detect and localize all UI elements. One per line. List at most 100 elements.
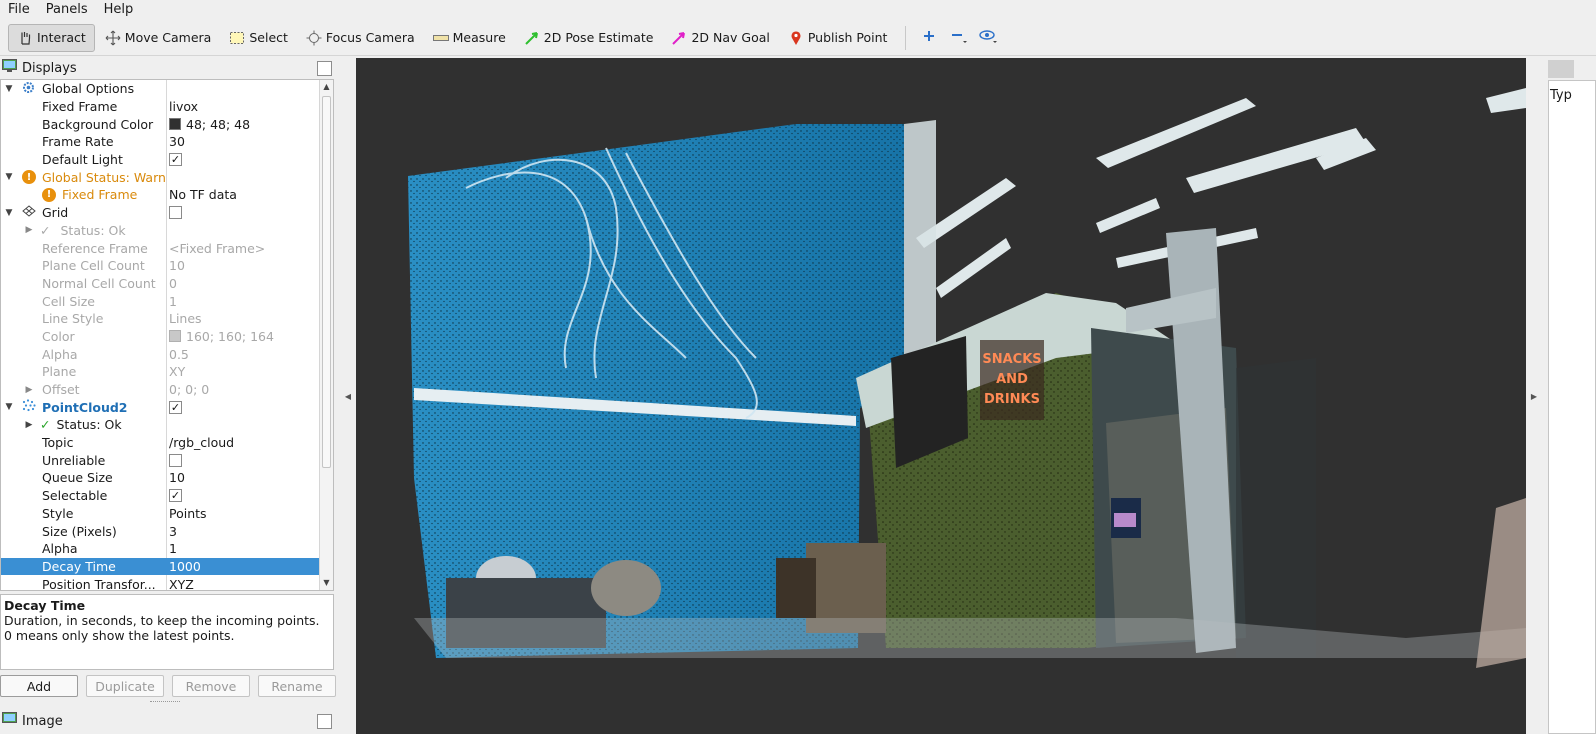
tree-row-topic[interactable]: Topic /rgb_cloud: [1, 433, 333, 452]
views-list[interactable]: [1548, 80, 1596, 734]
menu-help[interactable]: Help: [96, 2, 142, 17]
expand-down-icon[interactable]: ▼: [4, 208, 14, 218]
tree-row-global-options[interactable]: ▼ Global Options: [1, 80, 333, 98]
fixed-frame-value[interactable]: livox: [169, 99, 198, 114]
view-tool-button[interactable]: [974, 24, 1004, 52]
tool-measure[interactable]: Measure: [425, 24, 514, 52]
displays-title: Displays: [22, 60, 77, 76]
color-swatch[interactable]: [169, 118, 181, 131]
remove-button[interactable]: Remove: [172, 675, 250, 697]
tree-row-grid-status[interactable]: ▶ ✓ Status: Ok: [1, 221, 333, 240]
pc-alpha-value[interactable]: 1: [169, 541, 177, 556]
unreliable-checkbox[interactable]: [169, 453, 182, 467]
scroll-down-icon[interactable]: ▼: [320, 576, 333, 590]
ceiling-lights: [916, 88, 1526, 298]
tree-row-plane-cell-count[interactable]: Plane Cell Count 10: [1, 256, 333, 275]
queue-size-value[interactable]: 10: [169, 470, 185, 485]
expand-down-icon[interactable]: ▼: [4, 172, 14, 182]
tree-row-position-transformer[interactable]: Position Transfor... XYZ: [1, 575, 333, 591]
normal-cell-count-value[interactable]: 0: [169, 276, 177, 291]
tool-publish-point[interactable]: Publish Point: [780, 24, 896, 52]
tree-row-pc-alpha[interactable]: Alpha 1: [1, 539, 333, 558]
add-button[interactable]: Add: [0, 675, 78, 697]
expand-down-icon[interactable]: ▼: [4, 84, 14, 94]
color-swatch[interactable]: [169, 330, 181, 343]
tool-interact[interactable]: Interact: [8, 23, 95, 52]
expand-down-icon[interactable]: ▼: [4, 402, 14, 412]
tree-row-frame-rate[interactable]: Frame Rate 30: [1, 133, 333, 151]
tree-row-line-style[interactable]: Line Style Lines: [1, 309, 333, 328]
expand-right-icon[interactable]: ▶: [24, 420, 34, 430]
tree-row-background-color[interactable]: Background Color 48; 48; 48: [1, 115, 333, 134]
tree-row-plane[interactable]: Plane XY: [1, 363, 333, 381]
right-splitter[interactable]: ▶: [1526, 58, 1542, 734]
display-buttons: Add Duplicate Remove Rename: [0, 675, 336, 697]
decay-time-value[interactable]: 1000: [169, 559, 201, 574]
frame-rate-value[interactable]: 30: [169, 134, 185, 149]
displays-tree[interactable]: ▼ Global Options Fixed Frame livox Backg…: [0, 79, 334, 591]
tree-row-cell-size[interactable]: Cell Size 1: [1, 292, 333, 310]
tree-row-style[interactable]: Style Points: [1, 504, 333, 523]
tree-row-fixed-frame-warning[interactable]: ! Fixed Frame No TF data: [1, 186, 333, 204]
color-value[interactable]: 160; 160; 164: [186, 329, 274, 344]
tree-row-fixed-frame[interactable]: Fixed Frame livox: [1, 97, 333, 116]
tree-row-reference-frame[interactable]: Reference Frame <Fixed Frame>: [1, 239, 333, 257]
offset-value[interactable]: 0; 0; 0: [169, 382, 209, 397]
tree-row-alpha[interactable]: Alpha 0.5: [1, 345, 333, 363]
tree-scrollbar[interactable]: ▲ ▼: [319, 80, 333, 590]
panel-float-button[interactable]: [317, 713, 332, 729]
vending-display: [1114, 513, 1136, 527]
scroll-up-icon[interactable]: ▲: [320, 80, 333, 94]
duplicate-button[interactable]: Duplicate: [86, 675, 164, 697]
background-color-value[interactable]: 48; 48; 48: [186, 117, 250, 132]
alpha-value[interactable]: 0.5: [169, 347, 189, 362]
expand-right-icon[interactable]: ▶: [24, 385, 34, 395]
menu-file[interactable]: File: [0, 2, 38, 17]
menu-panels[interactable]: Panels: [38, 2, 96, 17]
default-light-checkbox[interactable]: ✓: [169, 153, 182, 167]
tree-row-unreliable[interactable]: Unreliable: [1, 451, 333, 470]
plane-value[interactable]: XY: [169, 364, 185, 379]
tree-row-grid[interactable]: ▼ Grid: [1, 203, 333, 222]
tool-2d-pose-estimate[interactable]: 2D Pose Estimate: [516, 24, 662, 52]
tool-focus-camera[interactable]: Focus Camera: [298, 24, 423, 52]
splitter-grip[interactable]: [150, 701, 180, 705]
plane-cell-count-value[interactable]: 10: [169, 258, 185, 273]
size-pixels-value[interactable]: 3: [169, 524, 177, 539]
position-transformer-value[interactable]: XYZ: [169, 577, 194, 590]
topic-value[interactable]: /rgb_cloud: [169, 435, 234, 450]
tree-row-size-pixels[interactable]: Size (Pixels) 3: [1, 522, 333, 540]
tool-2d-nav-goal[interactable]: 2D Nav Goal: [663, 24, 777, 52]
position-transformer-label: Position Transfor...: [42, 576, 156, 591]
tree-row-decay-time[interactable]: Decay Time 1000: [1, 557, 333, 576]
left-splitter[interactable]: ◀: [340, 58, 356, 734]
tree-row-selectable[interactable]: Selectable ✓: [1, 486, 333, 505]
collapse-left-icon: ◀: [344, 391, 352, 401]
tree-row-offset[interactable]: ▶ Offset 0; 0; 0: [1, 380, 333, 399]
grid-enable-checkbox[interactable]: [169, 206, 182, 220]
tree-row-color[interactable]: Color 160; 160; 164: [1, 327, 333, 346]
tree-row-pointcloud2[interactable]: ▼ PointCloud2 ✓: [1, 398, 333, 417]
tree-row-normal-cell-count[interactable]: Normal Cell Count 0: [1, 274, 333, 293]
line-style-value[interactable]: Lines: [169, 311, 202, 326]
minus-icon: [950, 28, 968, 47]
pointcloud2-enable-checkbox[interactable]: ✓: [169, 400, 182, 414]
tool-select[interactable]: Select: [221, 24, 296, 52]
tree-row-default-light[interactable]: Default Light ✓: [1, 150, 333, 169]
add-tool-button[interactable]: [914, 24, 944, 52]
tool-move-camera[interactable]: Move Camera: [97, 24, 220, 52]
cell-size-value[interactable]: 1: [169, 294, 177, 309]
panel-float-button[interactable]: [317, 60, 332, 76]
remove-tool-button[interactable]: [944, 24, 974, 52]
tree-row-global-status[interactable]: ▼ ! Global Status: Warn: [1, 168, 333, 187]
tree-row-queue-size[interactable]: Queue Size 10: [1, 469, 333, 487]
style-value[interactable]: Points: [169, 506, 207, 521]
checkmark-icon: ✓: [40, 222, 51, 238]
3d-viewport[interactable]: SNACKS AND DRINKS: [356, 58, 1526, 734]
tree-row-pointcloud-status[interactable]: ▶ ✓ Status: Ok: [1, 416, 333, 434]
selectable-checkbox[interactable]: ✓: [169, 489, 182, 503]
expand-right-icon[interactable]: ▶: [24, 225, 34, 235]
rename-button[interactable]: Rename: [258, 675, 336, 697]
scrollbar-thumb[interactable]: [322, 96, 331, 468]
reference-frame-value[interactable]: <Fixed Frame>: [169, 241, 265, 256]
